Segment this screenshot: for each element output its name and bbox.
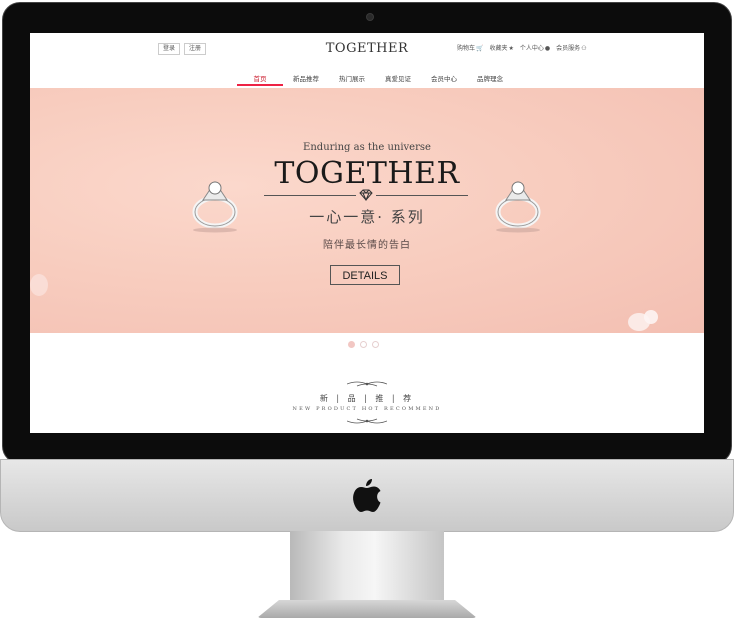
- favorites-link[interactable]: 收藏夹★: [490, 43, 514, 52]
- account-link[interactable]: 个人中心●: [520, 43, 550, 52]
- details-button[interactable]: DETAILS: [330, 265, 400, 285]
- top-bar: 登录 注册 TOGETHER 购物车🛒 收藏夹★ 个人中心● 会员服务⚇: [30, 33, 704, 71]
- members-link[interactable]: 会员服务⚇: [556, 43, 586, 52]
- header-tools: 购物车🛒 收藏夹★ 个人中心● 会员服务⚇: [457, 43, 587, 52]
- site-logo[interactable]: TOGETHER: [30, 41, 704, 56]
- carousel-dot-1[interactable]: [348, 341, 355, 348]
- carousel-dots: [348, 341, 379, 348]
- carousel-dot-2[interactable]: [360, 341, 367, 348]
- diamond-icon: [359, 189, 373, 201]
- monitor-base: [257, 600, 477, 618]
- carousel-dot-3[interactable]: [372, 341, 379, 348]
- banner-slogan: 陪伴最长情的告白: [323, 240, 411, 251]
- banner-title: TOGETHER: [274, 156, 460, 191]
- website-screen: 登录 注册 TOGETHER 购物车🛒 收藏夹★ 个人中心● 会员服务⚇ 首页 …: [30, 33, 704, 433]
- blossom-decoration: [30, 274, 48, 296]
- ornament-bottom: [347, 418, 387, 424]
- section-subtitle: NEW PRODUCT HOT RECOMMEND: [292, 406, 442, 412]
- section-title: 新 | 品 | 推 | 荐: [319, 394, 415, 403]
- banner-series: 一心一意· 系列: [309, 208, 425, 226]
- apple-logo-icon: [353, 479, 381, 512]
- section-header: 新 | 品 | 推 | 荐 NEW PRODUCT HOT RECOMMEND: [30, 378, 704, 428]
- banner-tagline: Enduring as the universe: [303, 142, 431, 153]
- monitor-stand: [290, 531, 444, 611]
- cart-link[interactable]: 购物车🛒: [457, 43, 484, 52]
- imac-mockup: 登录 注册 TOGETHER 购物车🛒 收藏夹★ 个人中心● 会员服务⚇ 首页 …: [0, 0, 734, 621]
- nav-item-new-products[interactable]: 新品推荐: [283, 73, 329, 86]
- main-nav: 首页 新品推荐 热门展示 真爱见证 会员中心 品牌理念: [30, 71, 704, 89]
- star-icon: ★: [508, 45, 514, 52]
- camera-icon: [367, 14, 373, 20]
- nav-item-home[interactable]: 首页: [237, 73, 283, 86]
- divider-right: [376, 195, 468, 196]
- members-icon: ⚇: [581, 45, 587, 52]
- ornament-top: [347, 381, 387, 387]
- cart-icon: 🛒: [476, 45, 484, 52]
- divider-left: [264, 195, 356, 196]
- nav-item-true-love[interactable]: 真爱见证: [375, 73, 421, 86]
- user-icon: ●: [544, 45, 551, 52]
- hero-banner: Enduring as the universe TOGETHER 一心一意· …: [30, 88, 704, 333]
- blossom-decoration: [644, 310, 658, 324]
- nav-item-brand[interactable]: 品牌理念: [467, 73, 513, 86]
- nav-item-hot-display[interactable]: 热门展示: [329, 73, 375, 86]
- nav-item-member-center[interactable]: 会员中心: [421, 73, 467, 86]
